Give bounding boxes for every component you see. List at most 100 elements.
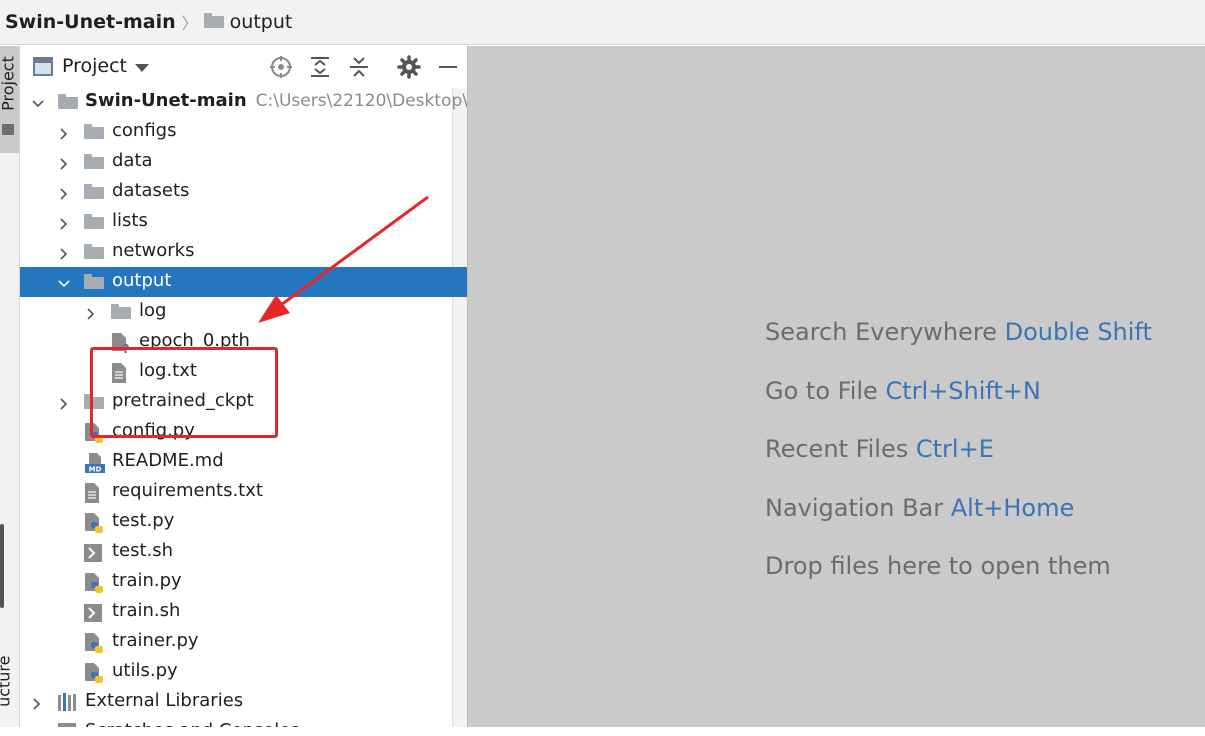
folder-icon xyxy=(84,214,104,229)
tree-root[interactable]: Swin-Unet-main C:\Users\22120\Desktop\S xyxy=(20,87,467,117)
hint-shortcut: Ctrl+E xyxy=(915,435,994,463)
svg-text:MD: MD xyxy=(89,466,102,474)
text-file-icon xyxy=(84,482,100,509)
hint-shortcut: Ctrl+Shift+N xyxy=(885,376,1041,405)
project-panel: Project Swin-Unet-main C:\Users\22120\Des… xyxy=(20,46,467,727)
gear-icon[interactable] xyxy=(397,55,421,79)
folder-icon xyxy=(84,184,104,199)
tree-item-label: requirements.txt xyxy=(112,480,263,501)
folder-icon xyxy=(2,124,14,135)
tree-file-row[interactable]: train.sh xyxy=(20,597,467,627)
tree-root-name: Swin-Unet-main xyxy=(85,90,247,111)
hint-text: Go to File xyxy=(765,376,878,405)
breadcrumb-separator: 〉 xyxy=(181,14,198,33)
tree-root-path: C:\Users\22120\Desktop\S xyxy=(255,91,467,111)
tree-folder-row[interactable]: data xyxy=(20,147,467,177)
hint-shortcut: Double Shift xyxy=(1004,318,1152,346)
tree-file-row[interactable]: train.py xyxy=(20,567,467,597)
tree-file-row[interactable]: test.sh xyxy=(20,537,467,567)
tree-item-label: External Libraries xyxy=(85,690,244,711)
chevron-down-icon[interactable] xyxy=(135,64,149,72)
hint-text: Navigation Bar xyxy=(765,493,944,522)
project-tool-tab[interactable]: Project xyxy=(0,46,19,153)
folder-icon xyxy=(84,154,104,169)
scratches-icon xyxy=(57,722,77,727)
tree-item-label: lists xyxy=(112,210,148,231)
tree-item-label: data xyxy=(112,150,153,171)
python-file-icon xyxy=(84,572,104,599)
editor-hints: Search Everywhere Double Shift Go to File… xyxy=(765,318,1152,611)
chevron-down-icon[interactable] xyxy=(31,95,45,109)
markdown-file-icon: MD xyxy=(84,452,106,479)
tree-file-row[interactable]: requirements.txt xyxy=(20,477,467,507)
chevron-right-icon[interactable] xyxy=(84,305,98,320)
left-tool-strip: Project ucture xyxy=(0,46,20,727)
project-view-icon xyxy=(33,57,53,76)
chevron-right-icon[interactable] xyxy=(57,155,71,170)
libraries-icon xyxy=(57,692,79,717)
tree-item-label: log xyxy=(139,300,167,321)
panel-header: Project xyxy=(20,46,467,88)
chevron-right-icon[interactable] xyxy=(57,125,71,140)
tree-folder-row[interactable]: configs xyxy=(20,117,467,147)
tree-file-row[interactable]: test.py xyxy=(20,507,467,537)
tree-item-label: output xyxy=(112,270,172,291)
collapse-all-icon[interactable] xyxy=(347,55,371,79)
breadcrumb: Swin-Unet-main 〉 output xyxy=(0,10,292,34)
tree-item-label: trainer.py xyxy=(112,630,199,651)
editor-hint: Navigation Bar Alt+Home xyxy=(765,494,1152,553)
hint-text: Drop files here to open them xyxy=(765,552,1111,580)
tree-item-label: utils.py xyxy=(112,660,178,681)
tree-item-label: Scratches and Consoles xyxy=(85,720,300,727)
hint-shortcut: Alt+Home xyxy=(950,493,1075,522)
resize-handle[interactable] xyxy=(0,524,4,608)
panel-title[interactable]: Project xyxy=(62,55,127,77)
folder-icon xyxy=(84,244,104,259)
folder-icon xyxy=(84,274,104,289)
structure-tool-tab[interactable]: ucture xyxy=(0,656,14,736)
hint-text: Search Everywhere xyxy=(765,318,997,346)
folder-icon xyxy=(84,124,104,139)
breadcrumb-root[interactable]: Swin-Unet-main xyxy=(5,11,176,33)
folder-icon xyxy=(111,304,131,319)
chevron-right-icon[interactable] xyxy=(57,215,71,230)
tree-item-label: README.md xyxy=(112,450,224,471)
editor-hint: Search Everywhere Double Shift xyxy=(765,318,1152,377)
chevron-right-icon[interactable] xyxy=(30,695,44,710)
chevron-down-icon[interactable] xyxy=(57,275,71,289)
tree-item-label: networks xyxy=(112,240,195,261)
chevron-right-icon[interactable] xyxy=(57,185,71,200)
hint-text: Recent Files xyxy=(765,435,909,463)
minimize-icon[interactable] xyxy=(436,55,460,79)
tree-item-label: configs xyxy=(112,120,177,141)
project-tool-tab-label: Project xyxy=(0,56,18,111)
folder-icon xyxy=(58,94,78,109)
tree-root-label-wrap: Swin-Unet-main C:\Users\22120\Desktop\S xyxy=(85,90,467,111)
shell-file-icon xyxy=(84,602,102,627)
chevron-right-icon[interactable] xyxy=(57,245,71,260)
locate-icon[interactable] xyxy=(269,55,293,79)
tree-file-row[interactable]: Scratches and Consoles xyxy=(20,717,467,727)
python-file-icon xyxy=(84,662,104,689)
editor-hint: Drop files here to open them xyxy=(765,552,1152,611)
tree-item-label: train.py xyxy=(112,570,182,591)
tree-file-row[interactable]: trainer.py xyxy=(20,627,467,657)
folder-icon xyxy=(203,13,224,28)
expand-all-icon[interactable] xyxy=(308,55,332,79)
tree-file-row[interactable]: utils.py xyxy=(20,657,467,687)
editor-empty-area: Search Everywhere Double Shift Go to File… xyxy=(467,46,1205,727)
tree-file-row[interactable]: MD README.md xyxy=(20,447,467,477)
editor-hint: Go to File Ctrl+Shift+N xyxy=(765,377,1152,436)
shell-file-icon xyxy=(84,542,102,567)
breadcrumb-current[interactable]: output xyxy=(230,11,293,33)
chevron-right-icon[interactable] xyxy=(57,395,71,410)
tree-item-label: train.sh xyxy=(112,600,181,621)
tree-item-label: datasets xyxy=(112,180,190,201)
editor-hint: Recent Files Ctrl+E xyxy=(765,435,1152,494)
navigation-bar: Swin-Unet-main 〉 output xyxy=(0,0,1205,45)
tree-item-label: test.py xyxy=(112,510,175,531)
tree-item-label: test.sh xyxy=(112,540,174,561)
annotation-box xyxy=(90,347,278,438)
python-file-icon xyxy=(84,632,104,659)
tree-folder-row[interactable]: External Libraries xyxy=(20,687,467,717)
